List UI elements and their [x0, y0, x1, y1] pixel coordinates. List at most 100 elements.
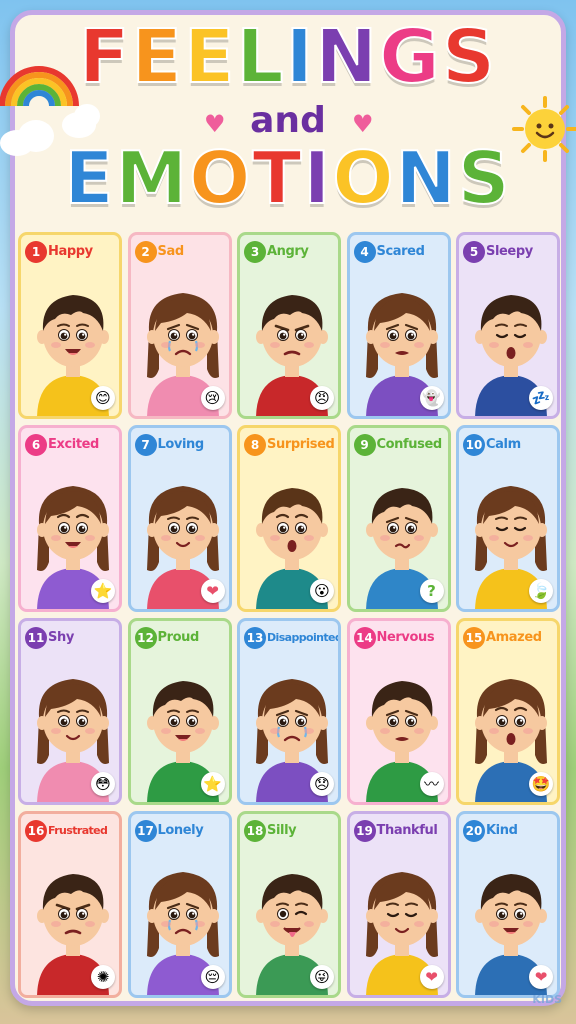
emotion-card-scared: 4 Scared 👻 — [346, 232, 451, 419]
emotion-emoji-icon: 😮 — [310, 579, 334, 603]
emotion-card-happy: 1 Happy 😊 — [18, 232, 122, 419]
emotion-card-proud: 12 Proud ⭐ — [127, 618, 232, 805]
emotion-emoji-icon: 😔 — [200, 965, 225, 989]
emotion-label: Calm — [486, 437, 521, 452]
emotion-label: Nervous — [376, 630, 435, 645]
emotion-label: Lonely — [157, 823, 204, 838]
emotion-label: Sleepy — [486, 244, 533, 259]
emotion-card-angry: 3 Angry 😠 — [237, 232, 341, 419]
emotion-emoji-icon: ✺ — [91, 965, 115, 989]
title-letter: O — [188, 135, 253, 221]
emotion-emoji-icon: 😊 — [91, 386, 115, 410]
emotion-label: Thankful — [376, 823, 438, 838]
emotion-number: 18 — [244, 820, 266, 842]
emotion-emoji-icon: 〰 — [419, 772, 444, 796]
emotion-card-lonely: 17 Lonely 😔 — [127, 811, 232, 998]
emotion-emoji-icon: 😢 — [200, 386, 225, 410]
emotion-card-disappointed: 13 Disappointed 😞 — [237, 618, 341, 805]
emotion-label: Sad — [157, 244, 185, 259]
title-letter: M — [115, 135, 190, 221]
emotion-emoji-icon: 😳 — [91, 772, 115, 796]
heart-icon: ♥ — [352, 110, 374, 138]
emotion-number: 7 — [134, 434, 157, 456]
watermark-logo: KIDS — [532, 993, 562, 1006]
title-letter: N — [314, 13, 380, 101]
emotion-card-kind: 20 Kind ❤ — [456, 811, 560, 998]
title-letter: E — [130, 13, 184, 101]
title-letter: E — [63, 135, 116, 221]
emotion-label: Excited — [48, 437, 99, 452]
emotion-card-calm: 10 Calm 🍃 — [456, 425, 560, 612]
emotion-label: Confused — [376, 437, 443, 452]
emotion-number: 5 — [463, 241, 485, 263]
emotion-label: Angry — [267, 244, 309, 259]
emotion-emoji-icon: ? — [419, 579, 444, 603]
title-letter: E — [183, 13, 237, 101]
emotion-emoji-icon: ❤ — [529, 965, 553, 989]
emotion-number: 2 — [134, 241, 157, 263]
emotion-number: 14 — [353, 627, 376, 649]
emotion-label: Shy — [48, 630, 74, 645]
emotion-number: 8 — [244, 434, 266, 456]
title-letter: T — [251, 135, 304, 221]
title-letter: I — [285, 13, 316, 101]
emotion-number: 20 — [463, 820, 485, 842]
emotion-label: Proud — [157, 630, 200, 645]
emotion-card-sad: 2 Sad 😢 — [127, 232, 232, 419]
title-letter: S — [457, 135, 512, 221]
emotion-label: Surprised — [267, 437, 335, 452]
emotion-card-sleepy: 5 Sleepy 💤 — [456, 232, 560, 419]
emotion-emoji-icon: 😞 — [310, 772, 334, 796]
emotion-emoji-icon: ⭐ — [200, 772, 225, 796]
emotion-card-frustrated: 16 Frustrated ✺ — [18, 811, 122, 998]
title-and: and — [250, 100, 326, 141]
emotion-card-amazed: 15 Amazed 🤩 — [456, 618, 560, 805]
emotion-label: Loving — [157, 437, 205, 452]
emotion-card-nervous: 14 Nervous 〰 — [346, 618, 451, 805]
emotion-number: 4 — [353, 241, 376, 263]
emotion-number: 11 — [25, 627, 47, 649]
title-letter: F — [78, 13, 132, 101]
emotion-emoji-icon: 👻 — [419, 386, 444, 410]
emotion-emoji-icon: 💤 — [529, 386, 553, 410]
title-letter: G — [378, 13, 442, 101]
emotion-number: 1 — [25, 241, 47, 263]
emotion-card-thankful: 19 Thankful ❤ — [346, 811, 451, 998]
emotion-number: 17 — [134, 820, 157, 842]
title-letter: I — [303, 135, 333, 221]
emotion-number: 13 — [244, 627, 266, 649]
emotion-label: Kind — [486, 823, 518, 838]
emotion-emoji-icon: ⭐ — [91, 579, 115, 603]
emotion-card-surprised: 8 Surprised 😮 — [237, 425, 341, 612]
emotion-emoji-icon: 🤩 — [529, 772, 553, 796]
emotion-card-silly: 18 Silly 😜 — [237, 811, 341, 998]
emotion-label: Silly — [267, 823, 297, 838]
emotion-emoji-icon: ❤ — [419, 965, 444, 989]
emotion-number: 19 — [353, 820, 376, 842]
title-feelings: FEELINGS — [0, 13, 576, 101]
emotion-card-confused: 9 Confused? — [346, 425, 451, 612]
title-letter: N — [395, 135, 458, 221]
emotion-card-loving: 7 Loving ❤ — [127, 425, 232, 612]
emotion-card-shy: 11 Shy 😳 — [18, 618, 122, 805]
emotion-label: Amazed — [486, 630, 542, 645]
emotion-number: 15 — [463, 627, 485, 649]
title-emotions: EMOTIONS — [0, 135, 576, 221]
emotion-emoji-icon: ❤ — [200, 579, 225, 603]
title-letter: O — [331, 135, 396, 221]
emotion-card-excited: 6 Excited ⭐ — [18, 425, 122, 612]
emotion-number: 9 — [353, 434, 376, 456]
emotion-number: 10 — [463, 434, 485, 456]
emotions-grid: 1 Happy 😊 2 Sad 😢 3 Angry 😠 4 Scared 👻 5 Sleepy 💤 6 Exci… — [18, 232, 560, 1000]
emotion-emoji-icon: 😠 — [310, 386, 334, 410]
title-letter: S — [441, 13, 498, 101]
emotion-label: Frustrated — [48, 824, 108, 837]
emotion-number: 16 — [25, 820, 47, 842]
emotion-number: 12 — [134, 627, 157, 649]
emotion-emoji-icon: 🍃 — [529, 579, 553, 603]
emotion-label: Disappointed — [267, 631, 341, 644]
emotion-number: 6 — [25, 434, 47, 456]
emotion-label: Happy — [48, 244, 93, 259]
emotion-number: 3 — [244, 241, 266, 263]
emotion-emoji-icon: 😜 — [310, 965, 334, 989]
